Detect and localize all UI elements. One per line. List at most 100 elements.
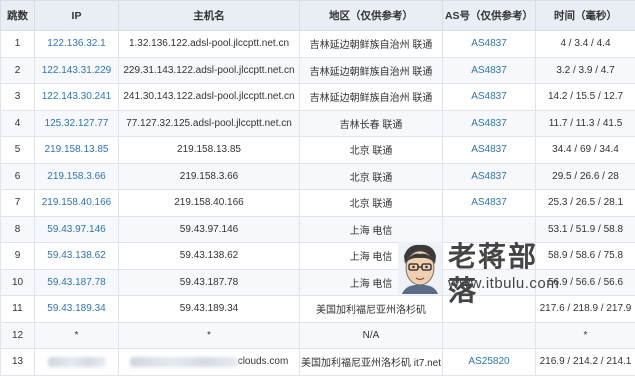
region-cell: 吉林延边朝鲜族自治州 联通 [300,31,443,58]
ip-link[interactable]: 59.43.189.34 [47,303,105,314]
region-cell: 美国加利福尼亚州洛杉矶 it7.net [300,349,443,376]
region-cell: 北京 联通 [300,163,443,190]
table-row: 5 219.158.13.85 219.158.13.85 北京 联通 AS48… [1,137,635,164]
hop-cell: 3 [1,84,35,111]
avatar-icon [398,242,442,294]
time-cell: 14.2 / 15.5 / 12.7 [536,84,635,111]
host-cell: 59.43.97.146 [119,216,300,243]
asn-cell: AS4837 [443,31,536,58]
ip-cell: 122.143.30.241 [35,84,119,111]
region-cell: 吉林延边朝鲜族自治州 联通 [300,57,443,84]
hop-cell: 1 [1,31,35,58]
hop-cell: 12 [1,322,35,349]
asn-cell: AS4837 [443,190,536,217]
host-cell: 77.127.32.125.adsl-pool.jlccptt.net.cn [119,110,300,137]
time-cell: 11.7 / 11.3 / 41.5 [536,110,635,137]
column-header-ip: IP [35,1,119,31]
ip-link[interactable]: 122.143.30.241 [42,91,112,102]
asn-cell: AS25820 [443,349,536,376]
region-cell: 北京 联通 [300,190,443,217]
table-row: 2 122.143.31.229 229.31.143.122.adsl-poo… [1,57,635,84]
time-cell: 216.9 / 214.2 / 214.1 [536,349,635,376]
hop-cell: 2 [1,57,35,84]
ip-link[interactable]: 125.32.127.77 [45,118,109,129]
ip-cell [35,349,119,376]
host-cell: * [119,322,300,349]
ip-cell: 59.43.189.34 [35,296,119,323]
ip-link[interactable]: 59.43.138.62 [47,250,105,261]
asn-link[interactable]: AS4837 [471,197,507,208]
column-header-asn: AS号（仅供参考） [443,1,536,31]
asn-cell: AS4837 [443,137,536,164]
asn-cell [443,322,536,349]
ip-link[interactable]: 219.158.40.166 [42,197,112,208]
ip-link[interactable]: 59.43.97.146 [47,224,105,235]
ip-link[interactable]: 122.136.32.1 [47,38,105,49]
hop-cell: 4 [1,110,35,137]
ip-cell: 59.43.97.146 [35,216,119,243]
ip-link[interactable]: 122.143.31.229 [42,65,112,76]
asn-link[interactable]: AS4837 [471,171,507,182]
time-cell: * [536,322,635,349]
column-header-hop: 跳数 [1,1,35,31]
table-row: 4 125.32.127.77 77.127.32.125.adsl-pool.… [1,110,635,137]
host-cell: 229.31.143.122.adsl-pool.jlccptt.net.cn [119,57,300,84]
ip-link[interactable]: 59.43.187.78 [47,277,105,288]
table-row: 12 * * N/A * [1,322,635,349]
hop-cell: 5 [1,137,35,164]
host-cell: 219.158.3.66 [119,163,300,190]
asn-link[interactable]: AS4837 [471,65,507,76]
asn-link[interactable]: AS4837 [471,118,507,129]
table-row: 13 clouds.com 美国加利福尼亚州洛杉矶 it7.net AS2582… [1,349,635,376]
ip-cell: 59.43.187.78 [35,269,119,296]
time-cell: 58.9 / 58.6 / 75.8 [536,243,635,270]
host-suffix: clouds.com [238,356,289,367]
ip-cell: 122.143.31.229 [35,57,119,84]
host-cell: 59.43.187.78 [119,269,300,296]
asn-cell: AS4837 [443,110,536,137]
asn-link[interactable]: AS25820 [468,356,509,367]
hop-cell: 11 [1,296,35,323]
table-row: 6 219.158.3.66 219.158.3.66 北京 联通 AS4837… [1,163,635,190]
hop-cell: 8 [1,216,35,243]
table-row: 8 59.43.97.146 59.43.97.146 上海 电信 53.1 /… [1,216,635,243]
ip-cell: 219.158.3.66 [35,163,119,190]
region-cell: 上海 电信 [300,216,443,243]
time-cell: 217.6 / 218.9 / 217.9 [536,296,635,323]
host-cell: 1.32.136.122.adsl-pool.jlccptt.net.cn [119,31,300,58]
table-row: 7 219.158.40.166 219.158.40.166 北京 联通 AS… [1,190,635,217]
hop-cell: 9 [1,243,35,270]
asn-link[interactable]: AS4837 [471,91,507,102]
asn-cell [443,216,536,243]
host-cell: 219.158.40.166 [119,190,300,217]
time-cell: 53.1 / 51.9 / 58.8 [536,216,635,243]
ip-link[interactable]: 219.158.3.66 [47,171,105,182]
table-header-row: 跳数 IP 主机名 地区（仅供参考） AS号（仅供参考） 时间（毫秒） [1,1,635,31]
region-cell: 吉林延边朝鲜族自治州 联通 [300,84,443,111]
host-cell: 59.43.189.34 [119,296,300,323]
ip-cell: 219.158.13.85 [35,137,119,164]
time-cell: 34.4 / 69 / 34.4 [536,137,635,164]
asn-cell: AS4837 [443,84,536,111]
time-cell: 3.2 / 3.9 / 4.7 [536,57,635,84]
host-cell: clouds.com [119,349,300,376]
column-header-time: 时间（毫秒） [536,1,635,31]
ip-cell: 219.158.40.166 [35,190,119,217]
asn-cell: AS4837 [443,57,536,84]
ip-link[interactable]: 219.158.13.85 [45,144,109,155]
redacted-host-prefix [130,357,238,367]
hop-cell: 10 [1,269,35,296]
traceroute-panel: 跳数 IP 主机名 地区（仅供参考） AS号（仅供参考） 时间（毫秒） 1 12… [0,0,635,332]
table-row: 3 122.143.30.241 241.30.143.122.adsl-poo… [1,84,635,111]
asn-link[interactable]: AS4837 [471,144,507,155]
traceroute-table: 跳数 IP 主机名 地区（仅供参考） AS号（仅供参考） 时间（毫秒） 1 12… [0,0,635,376]
time-cell: 25.3 / 26.5 / 28.1 [536,190,635,217]
asn-link[interactable]: AS4837 [471,38,507,49]
redacted-ip [48,357,106,367]
hop-cell: 13 [1,349,35,376]
ip-cell: * [35,322,119,349]
column-header-host: 主机名 [119,1,300,31]
watermark: 老蒋部落 www.itbulu.com [398,240,548,302]
ip-cell: 122.136.32.1 [35,31,119,58]
ip-cell: 59.43.138.62 [35,243,119,270]
